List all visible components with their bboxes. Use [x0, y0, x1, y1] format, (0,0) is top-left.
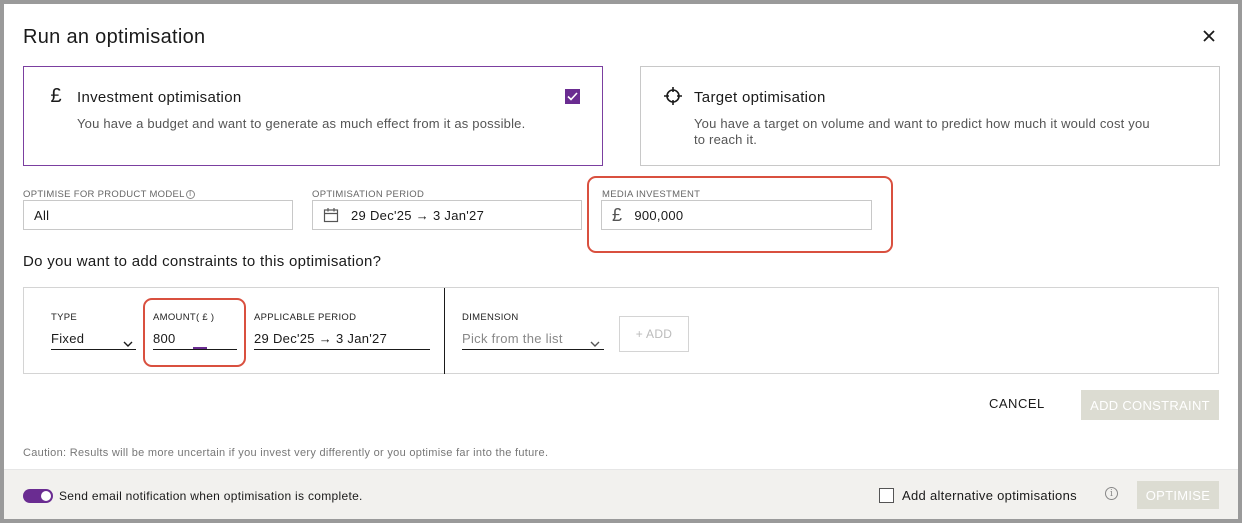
dimension-placeholder: Pick from the list — [462, 331, 563, 346]
close-icon[interactable] — [1200, 26, 1218, 46]
product-model-select[interactable]: All — [23, 200, 293, 230]
card-description: You have a target on volume and want to … — [694, 116, 1150, 147]
applicable-period-label: APPLICABLE PERIOD — [254, 312, 357, 323]
crosshair-icon — [663, 85, 683, 107]
investment-highlight — [587, 176, 893, 253]
period-input[interactable]: 29 Dec'25 → 3 Jan'27 — [312, 200, 582, 230]
period-label: OPTIMISATION PERIOD — [312, 189, 425, 200]
alternative-optimisations-label: Add alternative optimisations — [902, 488, 1077, 503]
product-model-label: OPTIMISE FOR PRODUCT MODEL i — [23, 189, 195, 200]
constraints-question: Do you want to add constraints to this o… — [23, 253, 382, 270]
info-icon: i — [185, 190, 195, 199]
chevron-down-icon — [590, 335, 600, 350]
caution-text: Caution: Results will be more uncertain … — [23, 447, 549, 459]
dialog-title: Run an optimisation — [23, 26, 206, 48]
card-title: Investment optimisation — [77, 89, 242, 106]
calendar-icon — [323, 207, 339, 223]
type-select[interactable]: Fixed — [51, 328, 136, 350]
applicable-period-input[interactable]: 29 Dec'25 → 3 Jan'27 — [254, 328, 430, 350]
chevron-down-icon — [123, 335, 133, 350]
info-icon[interactable]: i — [1105, 487, 1118, 500]
card-title: Target optimisation — [694, 89, 826, 106]
target-optimisation-card[interactable]: Target optimisation You have a target on… — [640, 66, 1220, 166]
email-notification-label: Send email notification when optimisatio… — [59, 489, 363, 503]
alternative-optimisations-checkbox[interactable] — [879, 488, 894, 503]
toggle-knob — [41, 491, 51, 501]
pound-icon: £ — [50, 84, 62, 107]
investment-optimisation-card[interactable]: £ Investment optimisation You have a bud… — [23, 66, 603, 166]
period-value: 29 Dec'25 → 3 Jan'27 — [351, 207, 485, 223]
dimension-label: DIMENSION — [462, 312, 519, 323]
optimisation-dialog: Run an optimisation £ Investment optimis… — [4, 4, 1238, 519]
add-dimension-button[interactable]: + ADD — [619, 316, 689, 352]
card-description: You have a budget and want to generate a… — [77, 116, 526, 131]
cancel-button[interactable]: CANCEL — [989, 396, 1045, 411]
divider — [444, 288, 445, 374]
type-label: TYPE — [51, 312, 78, 323]
email-notification-toggle[interactable] — [23, 489, 53, 503]
checkbox-checked-icon[interactable] — [565, 89, 580, 104]
type-value: Fixed — [51, 331, 85, 346]
add-constraint-button[interactable]: ADD CONSTRAINT — [1081, 390, 1219, 420]
dialog-footer: Send email notification when optimisatio… — [4, 469, 1238, 519]
dimension-select[interactable]: Pick from the list — [462, 328, 604, 350]
optimise-button[interactable]: OPTIMISE — [1137, 481, 1219, 509]
amount-highlight — [143, 298, 246, 367]
